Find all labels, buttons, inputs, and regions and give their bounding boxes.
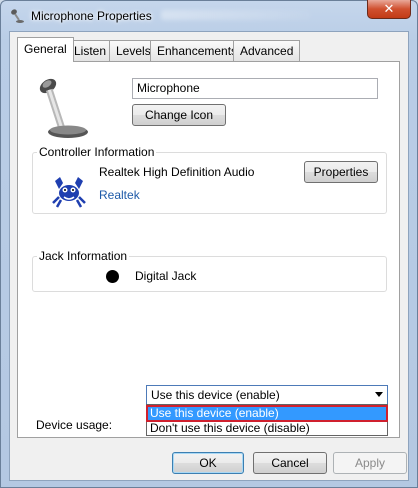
realtek-crab-icon xyxy=(52,177,86,208)
jack-info-title: Jack Information xyxy=(37,249,130,263)
controller-info-title: Controller Information xyxy=(37,145,157,159)
controller-info-group: Controller Information Realtek High Defi… xyxy=(32,145,387,214)
tab-general[interactable]: General xyxy=(17,37,74,62)
ok-button[interactable]: OK xyxy=(172,452,244,474)
title-bar[interactable]: Microphone Properties ✕ xyxy=(1,0,417,31)
chevron-down-icon[interactable] xyxy=(375,392,383,397)
jack-name: Digital Jack xyxy=(135,269,197,283)
dialog-window: Microphone Properties ✕ General Listen L… xyxy=(0,0,418,488)
close-button[interactable]: ✕ xyxy=(367,0,411,19)
tab-listen[interactable]: Listen xyxy=(67,40,114,61)
jack-info-group: Jack Information Digital Jack xyxy=(32,249,387,292)
title-shadow-text xyxy=(161,10,311,20)
microphone-icon xyxy=(39,78,88,138)
jack-color-dot-icon xyxy=(106,270,119,283)
option-enable[interactable]: Use this device (enable) xyxy=(146,405,388,422)
device-usage-label: Device usage: xyxy=(36,418,113,432)
tab-enhancements[interactable]: Enhancements xyxy=(150,40,245,61)
option-disable[interactable]: Don't use this device (disable) xyxy=(147,421,387,436)
tab-advanced[interactable]: Advanced xyxy=(233,40,301,61)
controller-properties-button[interactable]: Properties xyxy=(304,161,378,183)
apply-button[interactable]: Apply xyxy=(333,452,407,474)
controller-name: Realtek High Definition Audio xyxy=(99,165,255,179)
general-tab-panel: Microphone Change Icon Controller Inform… xyxy=(17,61,400,438)
microphone-small-icon xyxy=(11,9,24,23)
device-usage-value: Use this device (enable) xyxy=(151,388,280,402)
device-usage-dropdown: Use this device (enable) Don't use this … xyxy=(146,404,388,436)
change-icon-button[interactable]: Change Icon xyxy=(132,104,226,126)
close-icon: ✕ xyxy=(383,1,395,16)
window-title: Microphone Properties xyxy=(31,9,152,23)
dialog-client: General Listen Levels Enhancements Advan… xyxy=(9,31,409,481)
device-usage-select[interactable]: Use this device (enable) xyxy=(146,385,388,405)
device-name-field[interactable]: Microphone xyxy=(132,78,378,99)
cancel-button[interactable]: Cancel xyxy=(253,452,327,474)
controller-vendor-link[interactable]: Realtek xyxy=(99,188,140,202)
